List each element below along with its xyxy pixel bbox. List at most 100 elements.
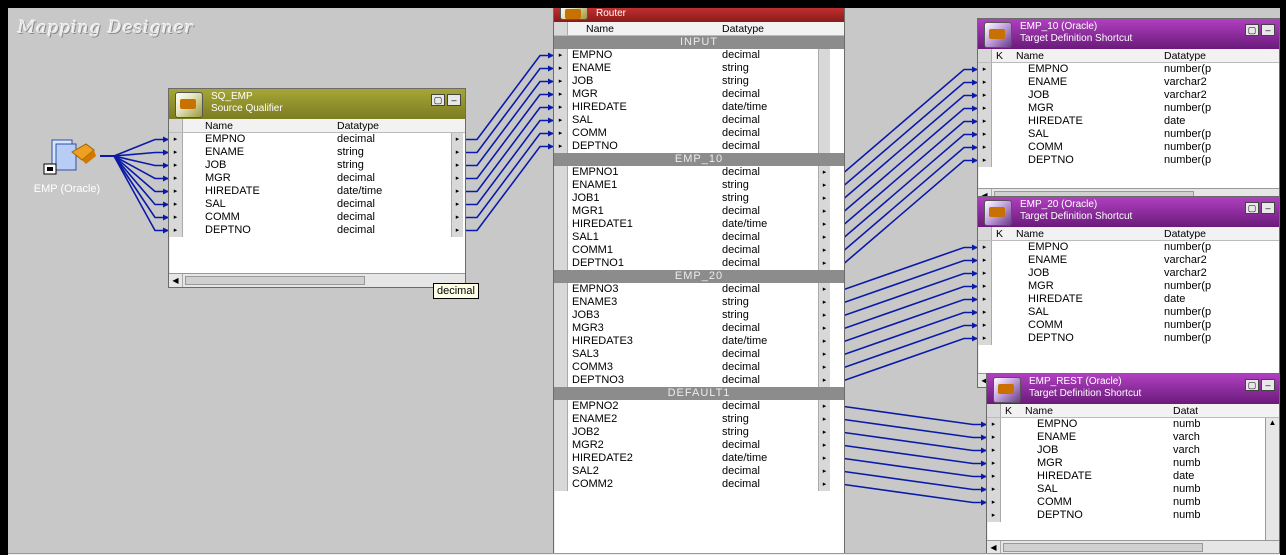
port-in-icon[interactable]: ▸ bbox=[554, 62, 568, 75]
scroll-thumb[interactable] bbox=[1003, 543, 1203, 552]
port-in-icon[interactable]: ▸ bbox=[987, 457, 1001, 470]
table-row[interactable]: DEPTNO3 decimal ▸ bbox=[554, 374, 844, 387]
port-out-icon[interactable]: ▸ bbox=[818, 439, 830, 452]
port-in-icon[interactable]: ▸ bbox=[169, 198, 183, 211]
table-row[interactable]: ▸ SAL decimal ▸ bbox=[169, 198, 465, 211]
port-in-icon[interactable]: ▸ bbox=[987, 470, 1001, 483]
port-in-icon[interactable]: ▸ bbox=[987, 444, 1001, 457]
port-out-icon[interactable]: ▸ bbox=[451, 133, 463, 146]
table-row[interactable]: EMPNO3 decimal ▸ bbox=[554, 283, 844, 296]
port-in-icon[interactable]: ▸ bbox=[987, 509, 1001, 522]
port-out-icon[interactable]: ▸ bbox=[451, 224, 463, 237]
router-target-link[interactable] bbox=[830, 337, 978, 382]
port-in-icon[interactable]: ▸ bbox=[978, 332, 992, 345]
port-in-icon[interactable]: ▸ bbox=[987, 418, 1001, 431]
port-in-icon[interactable] bbox=[554, 335, 568, 348]
table-row[interactable]: ▸ SAL numb bbox=[987, 483, 1279, 496]
source-qualifier-transform[interactable]: SQ_EMP Source Qualifier ▢ – Name Datatyp… bbox=[168, 88, 466, 288]
port-in-icon[interactable]: ▸ bbox=[169, 146, 183, 159]
router-target-link[interactable] bbox=[830, 405, 987, 426]
port-in-icon[interactable]: ▸ bbox=[169, 211, 183, 224]
target-header[interactable]: EMP_20 (Oracle) Target Definition Shortcu… bbox=[978, 197, 1279, 227]
table-row[interactable]: JOB3 string ▸ bbox=[554, 309, 844, 322]
port-in-icon[interactable]: ▸ bbox=[987, 496, 1001, 509]
port-out-icon[interactable]: ▸ bbox=[451, 211, 463, 224]
port-in-icon[interactable] bbox=[554, 179, 568, 192]
router-target-link[interactable] bbox=[830, 68, 978, 174]
port-in-icon[interactable]: ▸ bbox=[978, 102, 992, 115]
table-row[interactable]: ▸ MGR number(p bbox=[978, 280, 1279, 293]
port-in-icon[interactable]: ▸ bbox=[169, 133, 183, 146]
table-row[interactable]: ▸ SAL number(p bbox=[978, 306, 1279, 319]
port-in-icon[interactable] bbox=[554, 348, 568, 361]
port-in-icon[interactable] bbox=[554, 231, 568, 244]
table-row[interactable]: HIREDATE2 date/time ▸ bbox=[554, 452, 844, 465]
target-header[interactable]: EMP_REST (Oracle) Target Definition Short… bbox=[987, 374, 1279, 404]
table-row[interactable]: ▸ ENAME varchar2 bbox=[978, 254, 1279, 267]
router-target-link[interactable] bbox=[830, 444, 987, 465]
port-in-icon[interactable]: ▸ bbox=[987, 483, 1001, 496]
port-out-icon[interactable]: ▸ bbox=[818, 335, 830, 348]
table-row[interactable]: ▸ DEPTNO number(p bbox=[978, 332, 1279, 345]
router-group-header[interactable]: DEFAULT1 bbox=[554, 387, 844, 400]
port-out-icon[interactable]: ▸ bbox=[818, 192, 830, 205]
port-in-icon[interactable] bbox=[554, 218, 568, 231]
port-out-icon[interactable]: ▸ bbox=[818, 309, 830, 322]
port-in-icon[interactable]: ▸ bbox=[169, 159, 183, 172]
port-in-icon[interactable] bbox=[554, 283, 568, 296]
table-row[interactable]: ▸ COMM decimal bbox=[554, 127, 844, 140]
router-group-header[interactable]: EMP_20 bbox=[554, 270, 844, 283]
port-in-icon[interactable] bbox=[554, 322, 568, 335]
router-target-link[interactable] bbox=[830, 259, 978, 304]
port-out-icon[interactable]: ▸ bbox=[818, 179, 830, 192]
router-target-link[interactable] bbox=[830, 81, 978, 187]
source-link[interactable] bbox=[100, 155, 169, 180]
table-row[interactable]: HIREDATE1 date/time ▸ bbox=[554, 218, 844, 231]
target-emp10[interactable]: EMP_10 (Oracle) Target Definition Shortcu… bbox=[977, 18, 1280, 203]
target-header[interactable]: EMP_10 (Oracle) Target Definition Shortcu… bbox=[978, 19, 1279, 49]
port-in-icon[interactable]: ▸ bbox=[554, 127, 568, 140]
table-row[interactable]: ▸ EMPNO decimal ▸ bbox=[169, 133, 465, 146]
port-out-icon[interactable]: ▸ bbox=[818, 166, 830, 179]
minimize-button[interactable]: – bbox=[447, 94, 461, 106]
port-out-icon[interactable]: ▸ bbox=[818, 374, 830, 387]
port-in-icon[interactable] bbox=[554, 413, 568, 426]
port-out-icon[interactable]: ▸ bbox=[818, 322, 830, 335]
table-row[interactable]: ▸ HIREDATE date bbox=[987, 470, 1279, 483]
router-target-link[interactable] bbox=[830, 431, 987, 452]
router-target-link[interactable] bbox=[830, 418, 987, 439]
table-row[interactable]: MGR3 decimal ▸ bbox=[554, 322, 844, 335]
port-out-icon[interactable]: ▸ bbox=[818, 465, 830, 478]
port-out-icon[interactable]: ▸ bbox=[451, 198, 463, 211]
port-in-icon[interactable]: ▸ bbox=[987, 431, 1001, 444]
port-out-icon[interactable] bbox=[818, 101, 830, 114]
port-in-icon[interactable]: ▸ bbox=[978, 115, 992, 128]
minimize-button[interactable]: – bbox=[1261, 24, 1275, 36]
port-in-icon[interactable] bbox=[554, 361, 568, 374]
table-row[interactable]: ▸ DEPTNO numb bbox=[987, 509, 1279, 522]
target-emp20[interactable]: EMP_20 (Oracle) Target Definition Shortcu… bbox=[977, 196, 1280, 388]
table-row[interactable]: ENAME3 string ▸ bbox=[554, 296, 844, 309]
port-out-icon[interactable]: ▸ bbox=[818, 413, 830, 426]
table-row[interactable]: ▸ MGR number(p bbox=[978, 102, 1279, 115]
port-out-icon[interactable]: ▸ bbox=[818, 296, 830, 309]
port-out-icon[interactable] bbox=[818, 88, 830, 101]
router-target-link[interactable] bbox=[830, 146, 978, 252]
port-in-icon[interactable]: ▸ bbox=[978, 76, 992, 89]
restore-button[interactable]: ▢ bbox=[1245, 202, 1259, 214]
port-in-icon[interactable]: ▸ bbox=[554, 140, 568, 153]
table-row[interactable]: EMPNO2 decimal ▸ bbox=[554, 400, 844, 413]
port-in-icon[interactable]: ▸ bbox=[978, 254, 992, 267]
port-in-icon[interactable] bbox=[554, 296, 568, 309]
table-row[interactable]: ▸ HIREDATE date/time ▸ bbox=[169, 185, 465, 198]
table-row[interactable]: ▸ MGR decimal bbox=[554, 88, 844, 101]
restore-button[interactable]: ▢ bbox=[1245, 24, 1259, 36]
port-out-icon[interactable]: ▸ bbox=[451, 185, 463, 198]
port-out-icon[interactable]: ▸ bbox=[818, 361, 830, 374]
port-in-icon[interactable]: ▸ bbox=[169, 185, 183, 198]
router-target-link[interactable] bbox=[830, 120, 978, 226]
port-out-icon[interactable] bbox=[818, 127, 830, 140]
router-target-link[interactable] bbox=[830, 272, 978, 317]
qualifier-header[interactable]: SQ_EMP Source Qualifier ▢ – bbox=[169, 89, 465, 119]
port-out-icon[interactable] bbox=[818, 49, 830, 62]
